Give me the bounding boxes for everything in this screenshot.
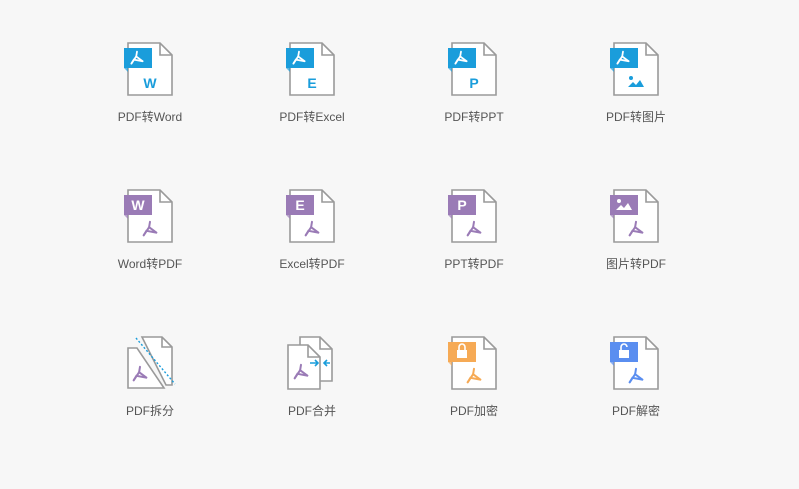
tool-label: 图片转PDF — [605, 257, 666, 271]
tool-label: PDF转PPT — [444, 110, 504, 124]
svg-text:P: P — [469, 75, 478, 91]
pdf-merge-icon — [287, 336, 333, 390]
svg-text:E: E — [307, 75, 316, 91]
word-to-pdf-icon: W — [124, 189, 173, 243]
tool-label: PDF解密 — [611, 404, 660, 418]
tool-label: PPT转PDF — [444, 257, 504, 271]
tool-pdf-split[interactable]: PDF拆分 — [80, 334, 220, 419]
excel-to-pdf-icon: E — [286, 189, 335, 243]
tool-label: PDF合并 — [287, 404, 336, 418]
tool-label: Excel转PDF — [279, 257, 345, 271]
tool-pdf-to-word[interactable]: W PDF转Word — [80, 40, 220, 125]
pdf-to-image-icon — [610, 42, 659, 96]
tool-ppt-to-pdf[interactable]: P PPT转PDF — [404, 187, 544, 272]
tool-label: PDF转图片 — [605, 110, 666, 124]
pdf-split-icon — [127, 336, 176, 389]
tool-word-to-pdf[interactable]: W Word转PDF — [80, 187, 220, 272]
tool-pdf-to-image[interactable]: PDF转图片 — [566, 40, 706, 125]
tool-label: PDF转Word — [117, 110, 183, 124]
tool-label: PDF转Excel — [279, 110, 345, 124]
pdf-encrypt-icon — [448, 336, 497, 390]
tool-image-to-pdf[interactable]: 图片转PDF — [566, 187, 706, 272]
tool-excel-to-pdf[interactable]: E Excel转PDF — [242, 187, 382, 272]
pdf-to-excel-icon: E — [286, 42, 335, 96]
tool-pdf-decrypt[interactable]: PDF解密 — [566, 334, 706, 419]
tool-pdf-merge[interactable]: PDF合并 — [242, 334, 382, 419]
ppt-to-pdf-icon: P — [448, 189, 497, 243]
tool-label: Word转PDF — [117, 257, 183, 271]
svg-text:P: P — [457, 197, 466, 213]
svg-text:W: W — [131, 197, 145, 213]
tool-label: PDF加密 — [449, 404, 498, 418]
svg-text:W: W — [143, 75, 157, 91]
pdf-to-ppt-icon: P — [448, 42, 497, 96]
tool-pdf-encrypt[interactable]: PDF加密 — [404, 334, 544, 419]
pdf-to-word-icon: W — [124, 42, 173, 96]
image-to-pdf-icon — [610, 189, 659, 243]
tool-label: PDF拆分 — [125, 404, 174, 418]
tool-pdf-to-excel[interactable]: E PDF转Excel — [242, 40, 382, 125]
svg-text:E: E — [295, 197, 304, 213]
tool-pdf-to-ppt[interactable]: P PDF转PPT — [404, 40, 544, 125]
pdf-decrypt-icon — [610, 336, 659, 390]
